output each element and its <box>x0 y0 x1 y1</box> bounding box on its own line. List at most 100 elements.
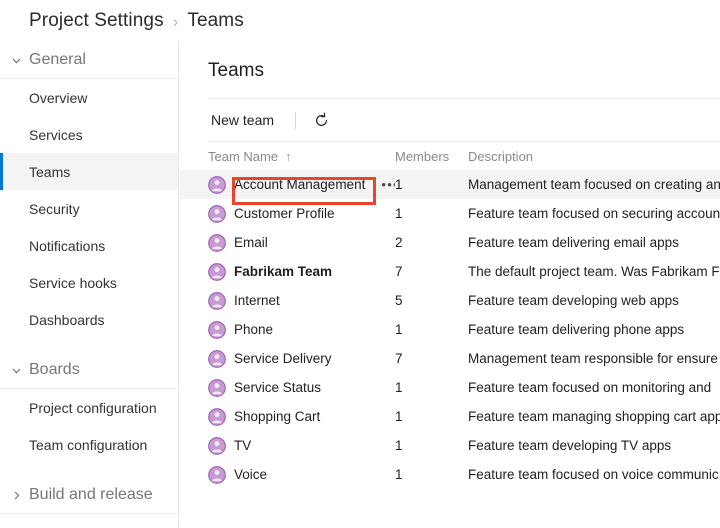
team-avatar-icon <box>208 320 226 339</box>
table-row[interactable]: Internet 5 Feature team developing web app… <box>180 286 720 315</box>
teams-settings-page: Project Settings › Teams General Overvie… <box>0 0 720 528</box>
team-name-link[interactable]: Service Status <box>234 380 321 395</box>
sort-ascending-icon: ↑ <box>285 148 292 164</box>
teams-table: Team Name ↑ Members Description Account M… <box>180 142 720 489</box>
sidebar-item-label: Dashboards <box>29 311 105 328</box>
table-row[interactable]: Fabrikam Team 7 The default project team. … <box>180 257 720 286</box>
team-name-link[interactable]: Email <box>234 235 268 250</box>
sidebar-group-label: Boards <box>29 361 80 378</box>
cell-team-name: Account Management ••• <box>180 170 395 199</box>
team-name-cell: Shopping Cart <box>180 402 395 431</box>
cell-members-count: 5 <box>395 293 403 308</box>
column-header-label: Description <box>468 148 534 164</box>
sidebar-group-label: General <box>29 51 86 68</box>
sidebar-item-label: Teams <box>29 163 71 180</box>
sidebar-item-label: Overview <box>29 89 88 106</box>
table-header-row: Team Name ↑ Members Description <box>180 142 720 170</box>
team-avatar-icon <box>208 204 226 223</box>
breadcrumb-separator-icon: › <box>172 11 179 31</box>
sidebar-item-label: Security <box>29 200 80 217</box>
cell-members-count: 1 <box>395 322 403 337</box>
sidebar-item-label: Notifications <box>29 237 106 254</box>
cell-members-count: 1 <box>395 438 403 453</box>
breadcrumb-item-project-settings[interactable]: Project Settings <box>29 10 164 32</box>
cell-team-name: Voice <box>180 460 395 489</box>
sidebar-item-label: Project configuration <box>29 399 157 416</box>
team-avatar-icon <box>208 262 226 281</box>
column-header-members[interactable]: Members <box>395 142 468 170</box>
breadcrumb-item-teams[interactable]: Teams <box>187 10 243 32</box>
team-name-link[interactable]: Internet <box>234 293 280 308</box>
new-team-button[interactable]: New team <box>208 108 277 132</box>
cell-description: Feature team delivering email apps <box>468 235 679 250</box>
cell-members-count: 1 <box>395 206 403 221</box>
team-name-link[interactable]: Fabrikam Team <box>234 264 332 279</box>
cell-members-count: 7 <box>395 351 403 366</box>
column-header-description[interactable]: Description <box>468 142 720 170</box>
team-name-cell: Internet <box>180 286 395 315</box>
team-name-link[interactable]: Shopping Cart <box>234 409 320 424</box>
cell-description: Feature team focused on voice communic <box>468 467 719 482</box>
table-row[interactable]: Account Management •••1 Management team fo… <box>180 170 720 199</box>
sidebar-group-boards[interactable]: Boards <box>0 352 178 389</box>
sidebar-item-services[interactable]: Services <box>0 116 178 153</box>
sidebar-item-project-configuration[interactable]: Project configuration <box>0 389 178 426</box>
cell-description: The default project team. Was Fabrikam F… <box>468 264 720 279</box>
sidebar-item-overview[interactable]: Overview <box>0 79 178 116</box>
cell-members-count: 1 <box>395 467 403 482</box>
cell-description: Feature team delivering phone apps <box>468 322 685 337</box>
sidebar-item-label: Service hooks <box>29 274 117 291</box>
team-name-link[interactable]: Phone <box>234 322 273 337</box>
table-row[interactable]: Phone 1 Feature team delivering phone apps <box>180 315 720 344</box>
sidebar-item-notifications[interactable]: Notifications <box>0 227 178 264</box>
team-name-link[interactable]: Customer Profile <box>234 206 335 221</box>
table-row[interactable]: Shopping Cart 1 Feature team managing shop… <box>180 402 720 431</box>
chevron-down-icon <box>8 362 25 379</box>
team-avatar-icon <box>208 233 226 252</box>
refresh-icon[interactable] <box>310 109 332 131</box>
team-avatar-icon <box>208 436 226 455</box>
sidebar-item-service-hooks[interactable]: Service hooks <box>0 264 178 301</box>
page-title: Teams <box>208 60 264 81</box>
team-name-cell: Voice <box>180 460 395 489</box>
sidebar-item-dashboards[interactable]: Dashboards <box>0 301 178 338</box>
team-name-cell: TV <box>180 431 395 460</box>
row-context-menu-button[interactable]: ••• <box>381 178 395 191</box>
team-avatar-icon <box>208 378 226 397</box>
table-row[interactable]: Service Status 1 Feature team focused on m… <box>180 373 720 402</box>
cell-description: Feature team developing web apps <box>468 293 679 308</box>
cell-description: Feature team developing TV apps <box>468 438 672 453</box>
cell-team-name: Internet <box>180 286 395 315</box>
team-name-cell: Email <box>180 228 395 257</box>
toolbar-divider <box>295 111 297 129</box>
sidebar-group-general[interactable]: General <box>0 42 178 79</box>
team-name-cell: Fabrikam Team <box>180 257 395 286</box>
team-name-link[interactable]: Account Management <box>234 177 365 192</box>
column-header-team-name[interactable]: Team Name ↑ <box>180 142 395 170</box>
breadcrumb: Project Settings › Teams <box>0 0 720 42</box>
team-avatar-icon <box>208 175 226 194</box>
table-row[interactable]: Email 2 Feature team delivering email apps <box>180 228 720 257</box>
table-row[interactable]: Customer Profile 1 Feature team focused on… <box>180 199 720 228</box>
table-row[interactable]: Voice 1 Feature team focused on voice comm… <box>180 460 720 489</box>
team-avatar-icon <box>208 407 226 426</box>
cell-description: Feature team focused on securing accoun <box>468 206 720 221</box>
main-content: Teams New team Team Name ↑ Members Descr… <box>180 42 720 528</box>
team-name-cell: Service Status <box>180 373 395 402</box>
sidebar-item-teams[interactable]: Teams <box>0 153 178 190</box>
cell-team-name: Shopping Cart <box>180 402 395 431</box>
team-name-link[interactable]: TV <box>234 438 251 453</box>
table-row[interactable]: TV 1 Feature team developing TV apps <box>180 431 720 460</box>
sidebar-item-security[interactable]: Security <box>0 190 178 227</box>
table-row[interactable]: Service Delivery 7 Management team respons… <box>180 344 720 373</box>
team-name-link[interactable]: Service Delivery <box>234 351 332 366</box>
cell-team-name: Email <box>180 228 395 257</box>
sidebar-item-team-configuration[interactable]: Team configuration <box>0 426 178 463</box>
team-name-link[interactable]: Voice <box>234 467 267 482</box>
cell-team-name: TV <box>180 431 395 460</box>
teams-table-body: Account Management•••1Management team fo… <box>180 170 720 489</box>
cell-team-name: Service Delivery <box>180 344 395 373</box>
team-avatar-icon <box>208 349 226 368</box>
sidebar-group-build-and-release[interactable]: Build and release <box>0 477 178 514</box>
